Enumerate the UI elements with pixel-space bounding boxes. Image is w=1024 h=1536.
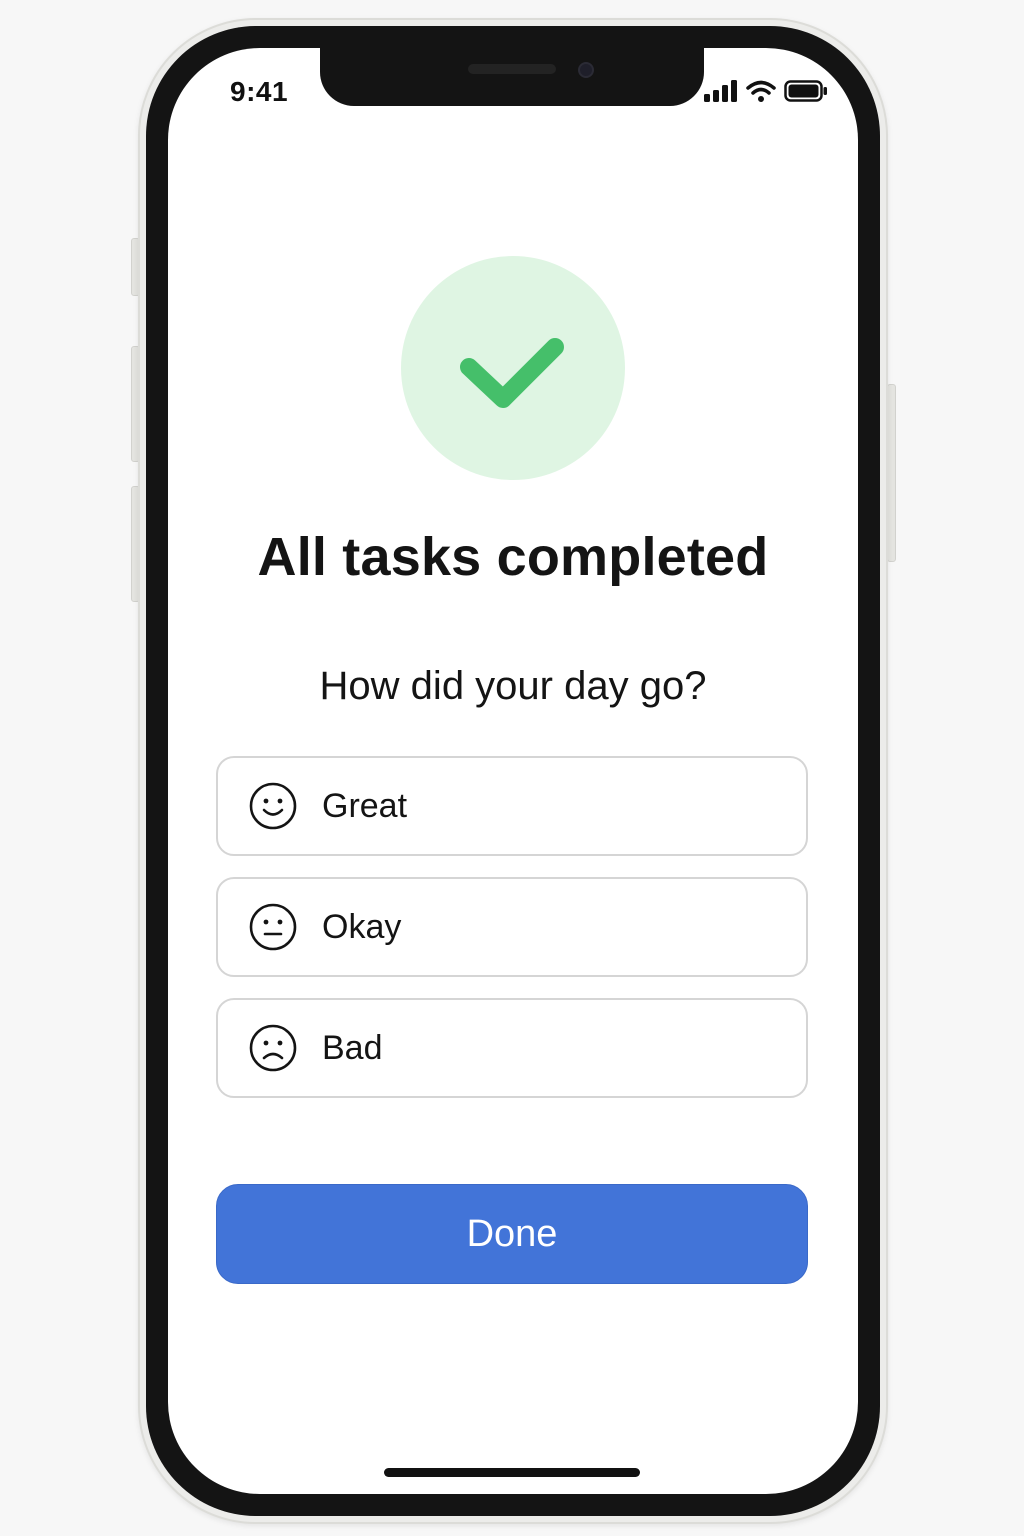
page-title: All tasks completed <box>257 527 769 587</box>
wifi-icon <box>746 80 776 102</box>
earpiece-speaker <box>468 64 556 74</box>
status-time: 9:41 <box>230 76 289 107</box>
phone-mockup: 9:41 All tasks completed How did your da… <box>0 0 1024 1536</box>
signal-icon <box>704 80 737 102</box>
mood-option-label: Okay <box>322 907 402 946</box>
status-icons <box>704 80 828 102</box>
mood-option-label: Bad <box>322 1028 383 1067</box>
power-button <box>887 384 896 562</box>
home-indicator[interactable] <box>384 1468 640 1477</box>
success-badge <box>401 256 625 480</box>
mood-option-okay[interactable]: Okay <box>216 877 808 977</box>
done-button[interactable]: Done <box>216 1184 808 1284</box>
checkmark-icon <box>460 338 564 408</box>
neutral-face-icon <box>249 903 297 951</box>
sad-face-icon <box>249 1024 297 1072</box>
mood-question: How did your day go? <box>319 664 707 708</box>
mood-option-bad[interactable]: Bad <box>216 998 808 1098</box>
smiley-face-icon <box>249 782 297 830</box>
mood-option-great[interactable]: Great <box>216 756 808 856</box>
mood-option-label: Great <box>322 786 408 825</box>
mood-options: Great Okay Bad <box>216 756 808 1119</box>
battery-icon <box>784 80 827 102</box>
front-camera <box>578 62 594 78</box>
